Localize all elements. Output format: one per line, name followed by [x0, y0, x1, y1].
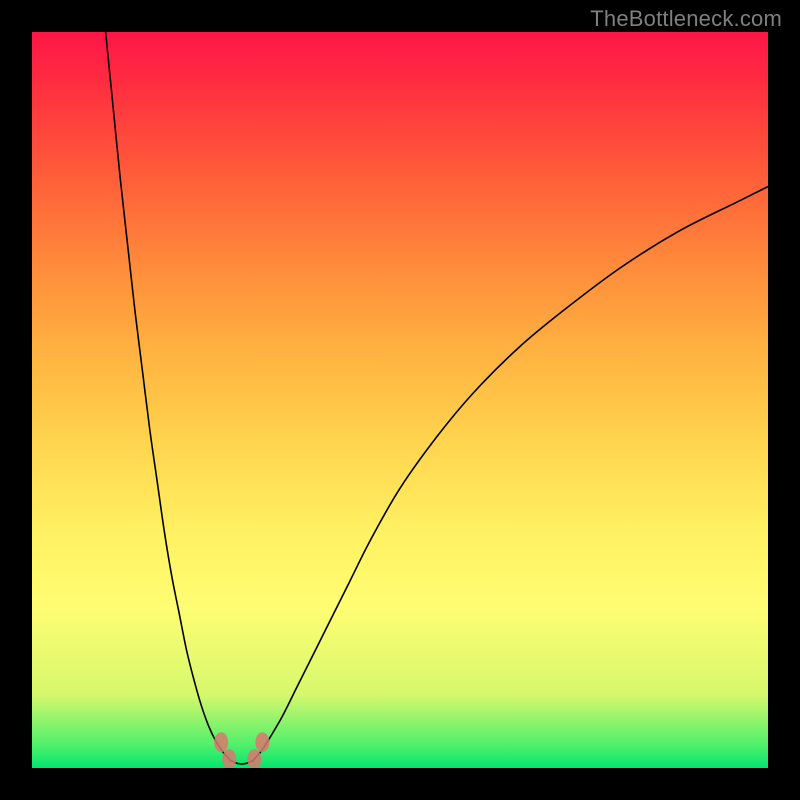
valley-marker [222, 749, 236, 768]
bottleneck-curve [106, 32, 768, 764]
valley-marker [214, 732, 228, 752]
curve-svg [32, 32, 768, 768]
outer-frame: TheBottleneck.com [0, 0, 800, 800]
valley-marker [255, 732, 269, 752]
plot-area [32, 32, 768, 768]
valley-marker [247, 749, 261, 768]
watermark-text: TheBottleneck.com [590, 6, 782, 32]
